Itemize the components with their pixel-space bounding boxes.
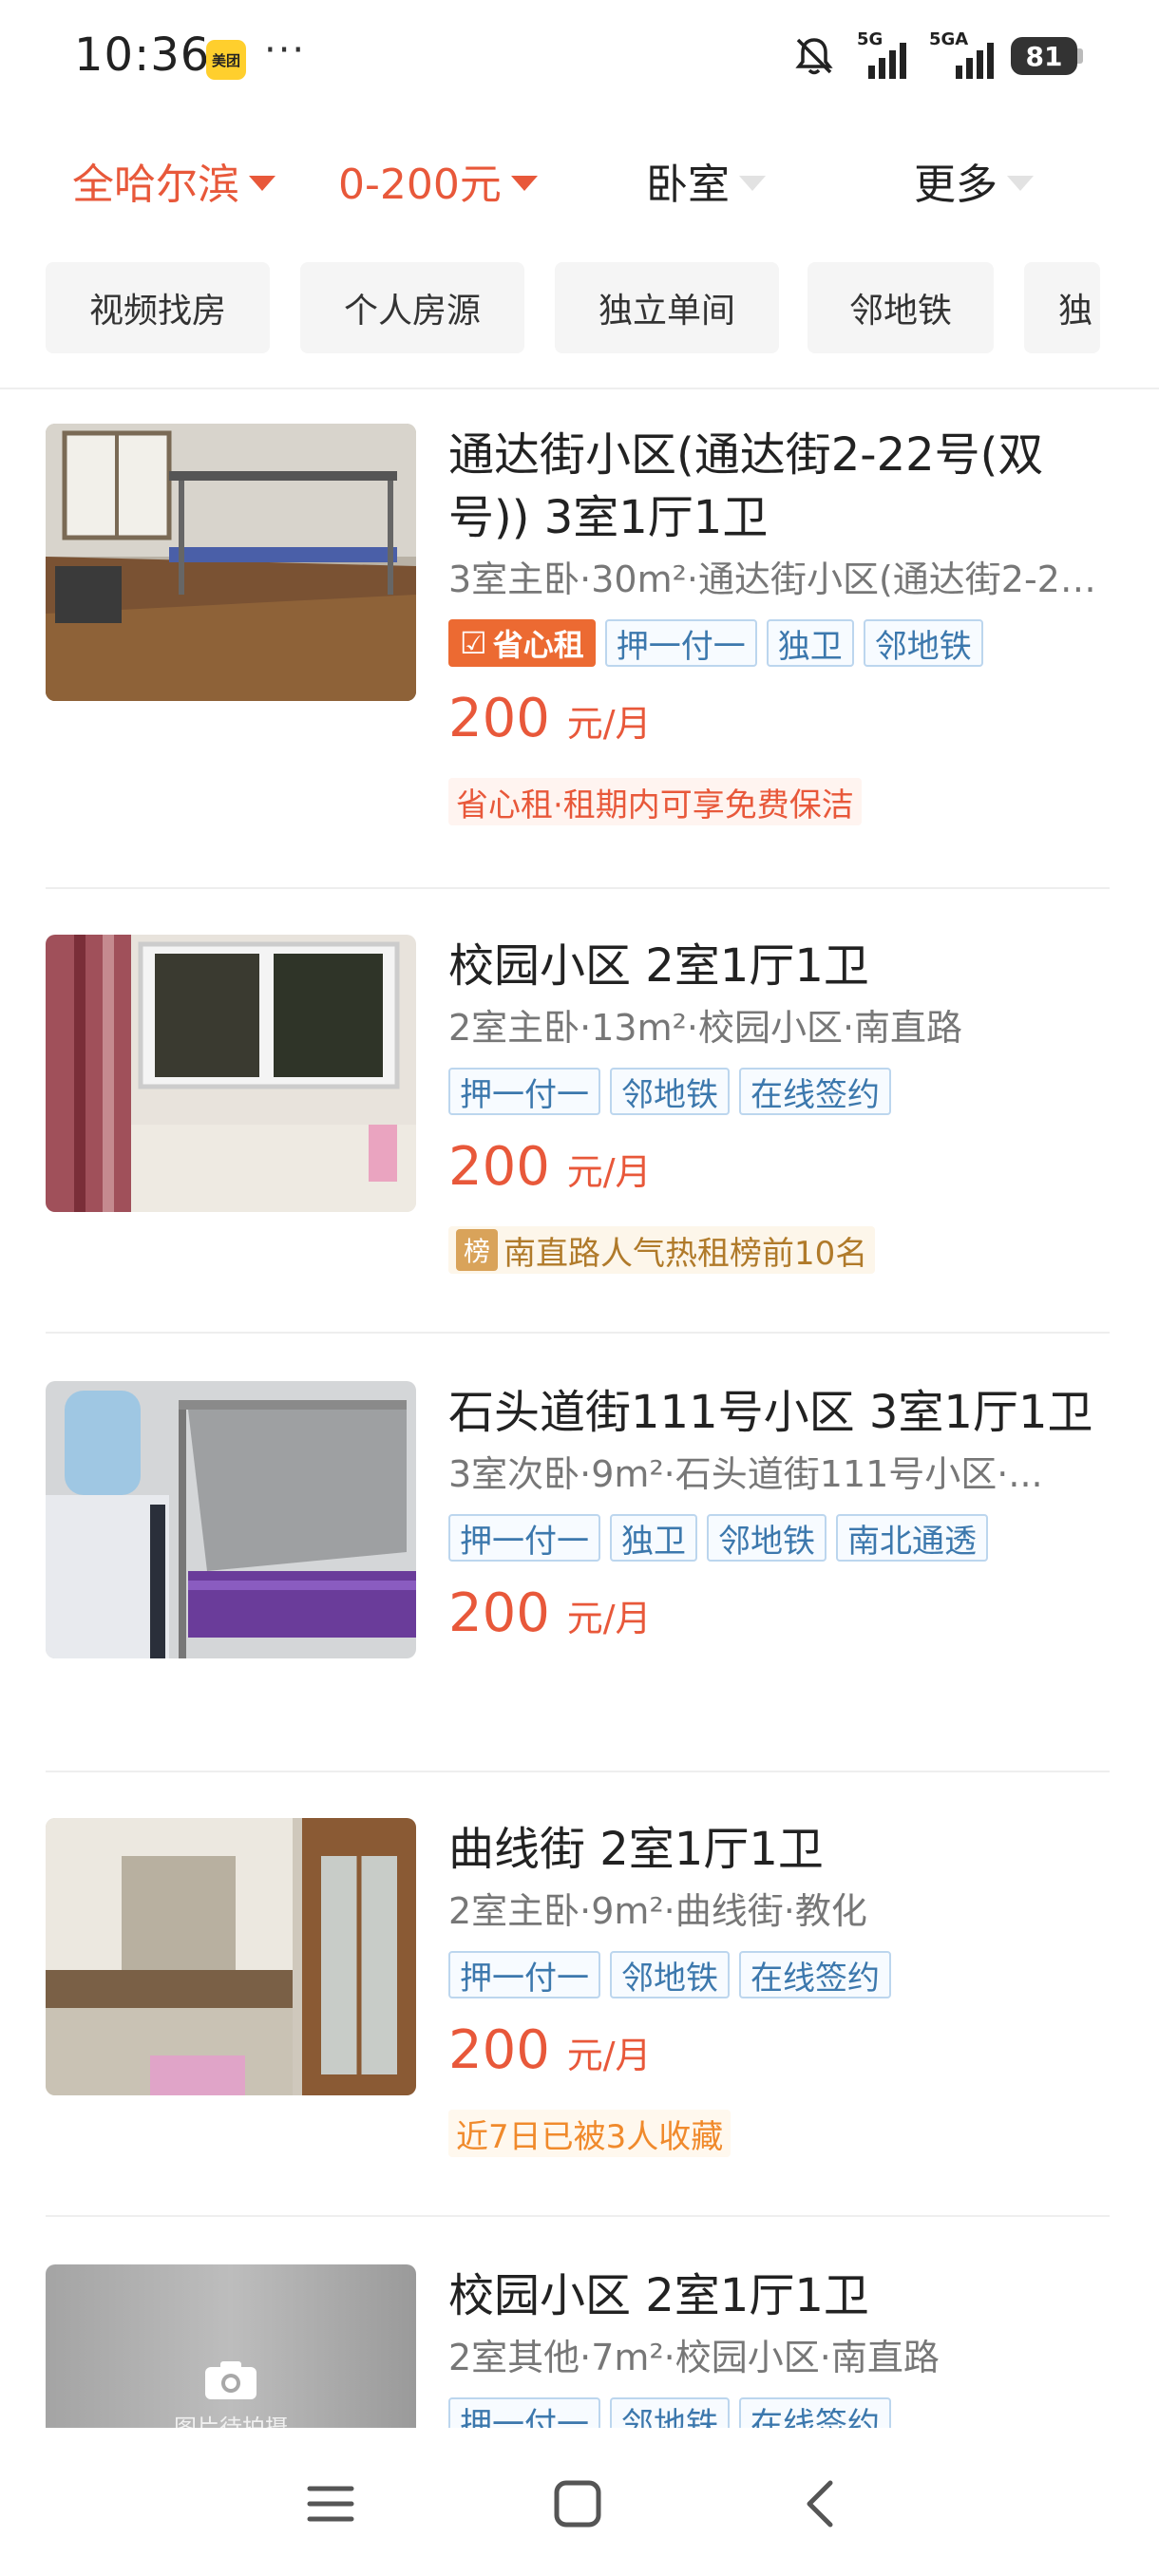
menu-icon[interactable] xyxy=(302,2475,359,2532)
brand-logo-icon: ☑ xyxy=(460,625,487,661)
listing-card[interactable]: 校园小区 2室1厅1卫 2室主卧·13m²·校园小区·南直路 押一付一 邻地铁 … xyxy=(46,935,1110,1353)
listing-card[interactable]: 图片待拍摄 校园小区 2室1厅1卫 2室其他·7m²·校园小区·南直路 押一付一… xyxy=(46,2264,1110,2428)
promo-text: 近7日已被3人收藏 xyxy=(448,2110,732,2157)
listing-subtitle: 2室其他·7m²·校园小区·南直路 xyxy=(448,2337,940,2378)
tag-list: ☑ 省心租 押一付一 独卫 邻地铁 xyxy=(448,619,1113,667)
brand-tag: ☑ 省心租 xyxy=(448,619,596,667)
dropdown-triangle-icon xyxy=(1007,176,1034,191)
chip-personal[interactable]: 个人房源 xyxy=(300,262,524,353)
tag: 押一付一 xyxy=(448,2397,600,2428)
divider xyxy=(46,1332,1110,1334)
tag: 在线签约 xyxy=(739,1951,891,1998)
tag: 独卫 xyxy=(766,619,854,667)
filter-bar: 全哈尔滨 0-200元 卧室 更多 xyxy=(0,133,1159,228)
tag: 独卫 xyxy=(610,1514,697,1562)
status-bar: 10:36 美团 ··· 5G 5GA 81 xyxy=(0,0,1159,123)
tag-list: 押一付一 邻地铁 在线签约 xyxy=(448,1068,1113,1115)
listing-title: 校园小区 2室1厅1卫 xyxy=(448,2269,869,2322)
more-notifications-icon: ··· xyxy=(264,28,307,72)
chip-partial[interactable]: 独 xyxy=(1024,262,1100,353)
listing-photo[interactable] xyxy=(46,1818,416,2095)
battery-icon: 81 xyxy=(1011,37,1083,75)
tag: 邻地铁 xyxy=(863,619,983,667)
divider xyxy=(46,887,1110,889)
tag: 在线签约 xyxy=(739,1068,891,1115)
listing-title: 石头道街111号小区 3室1厅1卫 xyxy=(448,1386,1093,1439)
listing-card[interactable]: 曲线街 2室1厅1卫 2室主卧·9m²·曲线街·教化 押一付一 邻地铁 在线签约… xyxy=(46,1818,1110,2198)
tag: 邻地铁 xyxy=(610,1951,730,1998)
tag: 邻地铁 xyxy=(610,2397,730,2428)
listing-subtitle: 3室次卧·9m²·石头道街111号小区·... xyxy=(448,1453,1043,1495)
tag: 邻地铁 xyxy=(610,1068,730,1115)
tag-list: 押一付一 邻地铁 在线签约 xyxy=(448,1951,1113,1998)
listing-photo[interactable] xyxy=(46,1381,416,1658)
listing-title: 校园小区 2室1厅1卫 xyxy=(448,939,869,993)
meituan-app-icon: 美团 xyxy=(206,40,246,80)
signal-5g-icon: 5G xyxy=(855,29,910,79)
mute-bell-icon xyxy=(795,38,833,75)
camera-icon xyxy=(203,2359,258,2401)
filter-city[interactable]: 全哈尔滨 xyxy=(72,150,276,211)
listing-price: 200 元/月 xyxy=(448,1582,652,1644)
listing-price: 200 元/月 xyxy=(448,1136,652,1198)
tag-list: 押一付一 邻地铁 在线签约 xyxy=(448,2397,1110,2428)
promo-text: 省心租·租期内可享免费保洁 xyxy=(448,778,862,825)
quick-filter-chips: 视频找房 个人房源 独立单间 邻地铁 独 xyxy=(0,262,1159,353)
status-time: 10:36 xyxy=(74,28,211,82)
tag: 押一付一 xyxy=(448,1068,600,1115)
chip-video[interactable]: 视频找房 xyxy=(46,262,270,353)
ranking-text: 榜南直路人气热租榜前10名 xyxy=(448,1226,876,1274)
home-icon[interactable] xyxy=(549,2475,606,2532)
photo-placeholder-text: 图片待拍摄 xyxy=(174,2415,288,2428)
listing-photo[interactable] xyxy=(46,935,416,1212)
system-nav-bar xyxy=(0,2428,1159,2576)
listing-price: 200 元/月 xyxy=(448,688,652,749)
back-icon[interactable] xyxy=(792,2475,849,2532)
listing-subtitle: 3室主卧·30m²·通达街小区(通达街2-22号(双号)) xyxy=(448,559,1113,600)
divider xyxy=(46,2215,1110,2217)
listing-price: 200 元/月 xyxy=(448,2019,652,2081)
listing-title: 通达街小区(通达街2-22号(双号)) 3室1厅1卫 xyxy=(448,428,1044,544)
tag-list: 押一付一 独卫 邻地铁 南北通透 xyxy=(448,1514,1113,1562)
tag: 押一付一 xyxy=(448,1514,600,1562)
dropdown-triangle-icon xyxy=(510,176,538,191)
ranking-badge-icon: 榜 xyxy=(456,1229,498,1271)
listing-photo[interactable]: 图片待拍摄 xyxy=(46,2264,416,2428)
listing-card[interactable]: 通达街小区(通达街2-22号(双号)) 3室1厅1卫 3室主卧·30m²·通达街… xyxy=(46,424,1113,861)
chip-single-room[interactable]: 独立单间 xyxy=(555,262,779,353)
listing-photo[interactable] xyxy=(46,424,416,701)
listing-title: 曲线街 2室1厅1卫 xyxy=(448,1823,824,1876)
tag: 南北通透 xyxy=(836,1514,988,1562)
signal-5ga-icon: 5GA xyxy=(927,29,994,79)
tag: 在线签约 xyxy=(739,2397,891,2428)
dropdown-triangle-icon xyxy=(739,176,766,191)
listing-card[interactable]: 石头道街111号小区 3室1厅1卫 3室次卧·9m²·石头道街111号小区·..… xyxy=(46,1381,1110,1742)
tag: 押一付一 xyxy=(448,1951,600,1998)
tag: 邻地铁 xyxy=(707,1514,826,1562)
listing-subtitle: 2室主卧·13m²·校园小区·南直路 xyxy=(448,1007,963,1049)
divider xyxy=(0,388,1159,389)
filter-room-type[interactable]: 卧室 xyxy=(646,150,766,211)
dropdown-triangle-icon xyxy=(249,176,276,191)
filter-price[interactable]: 0-200元 xyxy=(338,150,538,211)
filter-more[interactable]: 更多 xyxy=(914,150,1034,211)
chip-near-subway[interactable]: 邻地铁 xyxy=(808,262,994,353)
tag: 押一付一 xyxy=(604,619,757,667)
divider xyxy=(46,1771,1110,1772)
listing-subtitle: 2室主卧·9m²·曲线街·教化 xyxy=(448,1890,867,1932)
